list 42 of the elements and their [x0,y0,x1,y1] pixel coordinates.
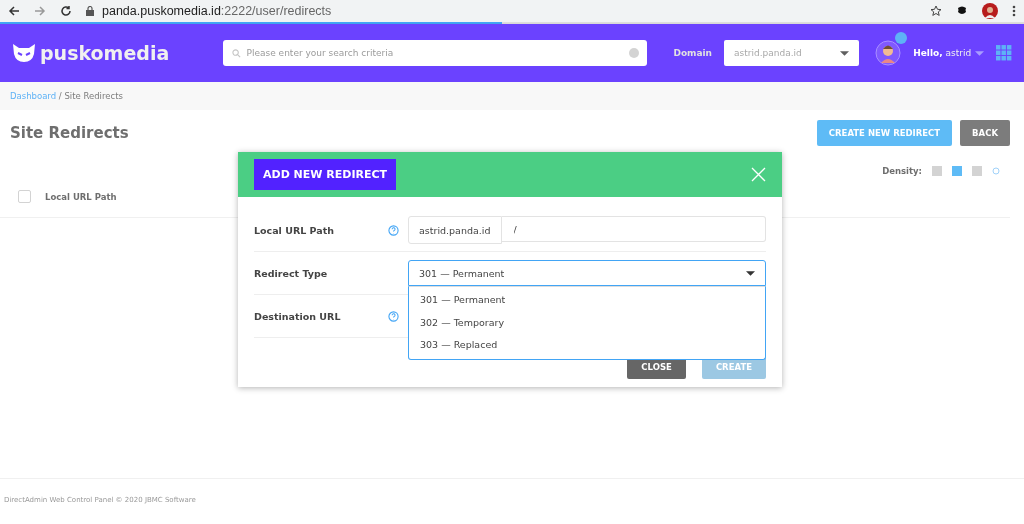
user-avatar[interactable] [875,40,902,66]
close-icon[interactable] [751,167,766,182]
forward-icon[interactable] [34,5,46,17]
notification-badge [895,32,908,44]
caret-icon [840,50,850,56]
domain-prefix: astrid.panda.id [408,216,502,244]
dropdown-option[interactable]: 302 — Temporary [409,311,765,334]
reload-icon[interactable] [60,5,72,17]
apps-grid-icon[interactable] [996,45,1012,61]
back-button[interactable]: BACK [960,120,1010,146]
caret-icon [746,270,755,276]
lock-icon [86,6,94,16]
field-label: Redirect Type [254,267,329,279]
search-field[interactable]: Please enter your search criteria [222,40,648,66]
search-icon [231,48,241,58]
cat-icon [12,43,36,63]
domain-label: Domain [673,48,713,58]
back-icon[interactable] [8,5,20,17]
profile-avatar[interactable] [982,3,998,19]
logo-text: puskomedia [40,42,170,64]
star-icon[interactable] [930,5,942,17]
page-title: Site Redirects [10,124,130,142]
dropdown-option[interactable]: 301 — Permanent [409,289,765,312]
extension-icon[interactable] [956,5,968,17]
redirect-type-select[interactable]: 301 — Permanent [408,260,766,286]
field-label: Destination URL [254,310,342,322]
menu-icon[interactable] [1012,5,1016,17]
greeting[interactable]: Hello, astrid [913,48,972,58]
help-icon[interactable] [388,310,399,322]
clear-icon[interactable] [629,48,640,58]
refresh-icon[interactable] [992,167,1000,175]
select-all-checkbox[interactable] [18,190,31,203]
field-label: Local URL Path [254,224,335,236]
dropdown-option[interactable]: 303 — Replaced [409,334,765,357]
path-input[interactable]: / [501,216,766,242]
breadcrumb: Dashboard / Site Redirects [10,91,123,101]
modal-tab[interactable]: ADD NEW REDIRECT [254,159,397,190]
caret-icon [975,50,985,56]
density-label: Density: [882,166,922,176]
address-bar[interactable]: panda.puskomedia.id:2222/user/redirects [102,4,332,18]
column-header: Local URL Path [45,191,117,202]
help-icon[interactable] [388,224,399,236]
